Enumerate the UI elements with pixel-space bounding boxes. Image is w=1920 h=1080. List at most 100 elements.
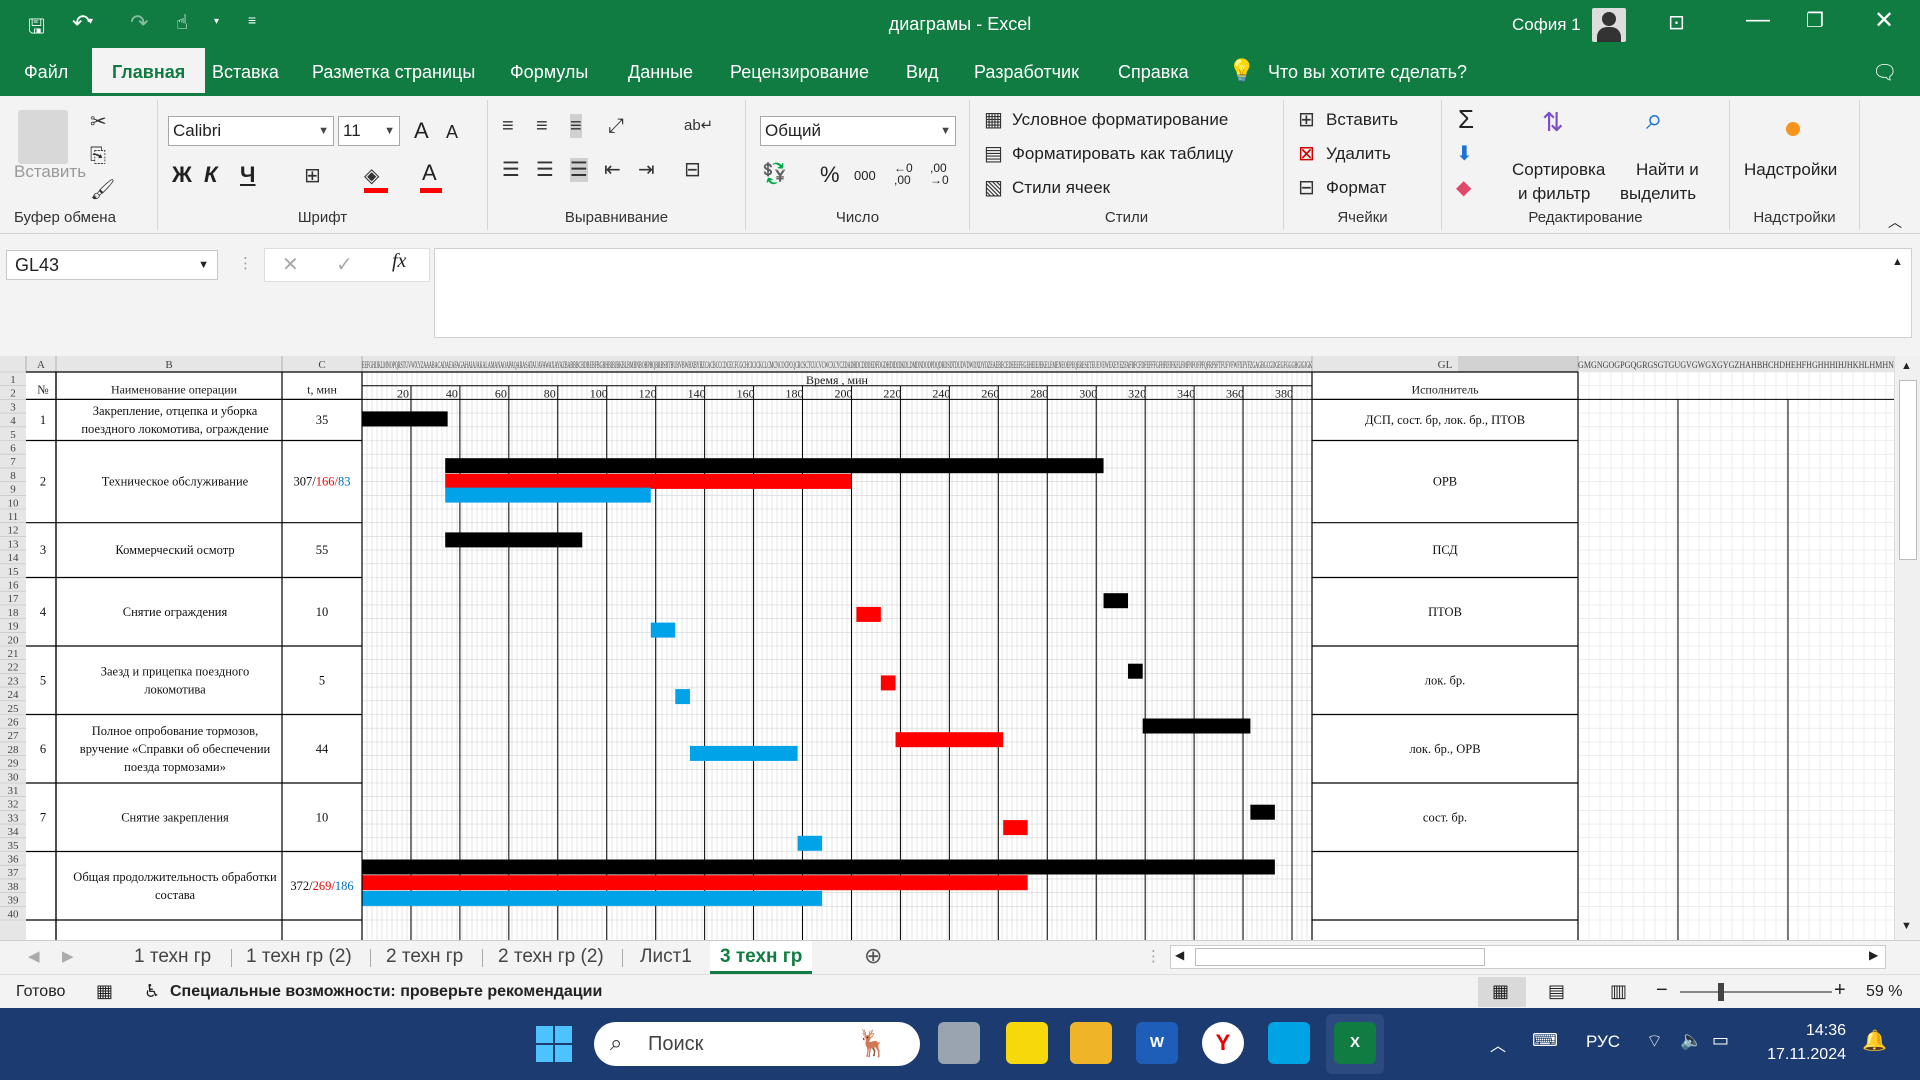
gantt-bar-op7-red[interactable]: [1003, 820, 1028, 836]
next-sheet-icon[interactable]: ▶: [62, 947, 74, 965]
avatar[interactable]: [1592, 8, 1626, 42]
gantt-bar-op8-blue[interactable]: [362, 890, 823, 906]
zoom-slider[interactable]: [1680, 991, 1832, 993]
tray-overflow-icon[interactable]: ︿: [1490, 1032, 1506, 1056]
tab-home[interactable]: Главная: [92, 48, 206, 96]
taskbar-search[interactable]: ⌕ Поиск 🦌: [594, 1022, 920, 1066]
tab-developer[interactable]: Разработчик: [954, 48, 1099, 96]
touch-mode-icon[interactable]: ☝: [176, 10, 188, 35]
paste-button[interactable]: Вставить: [14, 162, 86, 182]
tabs-splitter-icon[interactable]: ⋮: [1146, 947, 1161, 965]
gantt-bar-op4-red[interactable]: [856, 606, 881, 622]
borders-icon[interactable]: ⊞: [304, 164, 321, 188]
clear-icon[interactable]: ◆: [1456, 176, 1471, 200]
row-header-37[interactable]: 37: [8, 867, 20, 879]
row-header-27[interactable]: 27: [8, 730, 20, 742]
increase-indent-icon[interactable]: ⇥: [638, 158, 655, 182]
horizontal-scroll-thumb[interactable]: [1195, 948, 1485, 966]
row-header-7[interactable]: 7: [10, 456, 16, 468]
copy-icon[interactable]: ⎘: [90, 144, 106, 168]
row-header-28[interactable]: 28: [8, 744, 20, 756]
row-header-1[interactable]: 1: [10, 374, 16, 386]
clock-date[interactable]: 17.11.2024: [1758, 1046, 1846, 1064]
name-box[interactable]: GL43 ▼: [6, 250, 218, 280]
row-header-31[interactable]: 31: [8, 785, 19, 797]
sticky-notes-icon[interactable]: [1006, 1022, 1048, 1064]
find-select-line2[interactable]: выделить: [1620, 184, 1696, 204]
merge-center-icon[interactable]: ⊟: [684, 158, 701, 182]
volume-icon[interactable]: 🔈: [1680, 1030, 1702, 1051]
shrink-font-button[interactable]: A: [446, 122, 458, 143]
worksheet[interactable]: 1 2 3 4 5 6 7 8 9 10 11 12 13 14 15 16 17 18 19 20 21 22 23 24 2…: [0, 356, 1920, 940]
collapse-ribbon-icon[interactable]: ︿: [1888, 212, 1902, 232]
accessibility-status[interactable]: Специальные возможности: проверьте реком…: [170, 983, 602, 1001]
autosum-button[interactable]: Σ: [1458, 104, 1474, 135]
page-break-view-icon[interactable]: ▥: [1610, 981, 1627, 1002]
row-header-29[interactable]: 29: [8, 758, 20, 770]
collapse-formula-icon[interactable]: ▲: [1892, 256, 1903, 268]
cut-icon[interactable]: ✂: [90, 110, 107, 134]
currency-icon[interactable]: 💱: [762, 162, 787, 186]
wrap-text-icon[interactable]: ab↵: [684, 114, 713, 138]
zoom-in-icon[interactable]: +: [1834, 979, 1846, 1002]
sheet-grid[interactable]: 1234567891011121314151617181920212223242…: [0, 356, 1920, 940]
orientation-icon[interactable]: ⤢: [608, 114, 624, 138]
redo-icon[interactable]: ↷: [130, 10, 148, 36]
formula-input[interactable]: [434, 248, 1912, 338]
tab-review[interactable]: Рецензирование: [710, 48, 889, 96]
increase-decimal-button[interactable]: ←0 ,00: [894, 162, 920, 186]
wifi-icon[interactable]: ⌔: [1646, 1030, 1663, 1053]
percent-button[interactable]: %: [820, 162, 840, 188]
gantt-bar-op4-blue[interactable]: [650, 622, 676, 638]
font-name-select[interactable]: Calibri ▼: [168, 116, 334, 146]
row-header-2[interactable]: 2: [10, 388, 16, 400]
row-header-6[interactable]: 6: [10, 443, 16, 455]
horizontal-scrollbar[interactable]: ◀ ▶: [1170, 945, 1886, 969]
align-middle-icon[interactable]: ≡: [536, 114, 548, 138]
save-icon[interactable]: 🖫: [28, 12, 45, 46]
font-size-select[interactable]: 11 ▼: [338, 116, 400, 146]
gantt-bar-op5-red[interactable]: [880, 675, 896, 691]
row-header-38[interactable]: 38: [8, 881, 20, 893]
insert-function-button[interactable]: fx: [392, 250, 406, 273]
zoom-level[interactable]: 59 %: [1866, 983, 1902, 1001]
tab-data[interactable]: Данные: [608, 48, 713, 96]
addins-button[interactable]: Надстройки: [1744, 160, 1837, 180]
sort-filter-line1[interactable]: Сортировка: [1512, 160, 1605, 180]
vertical-scroll-thumb[interactable]: [1899, 380, 1917, 560]
bold-button[interactable]: Ж: [172, 162, 192, 188]
gantt-bar-op6-blue[interactable]: [689, 745, 798, 761]
enter-icon[interactable]: ✓: [336, 252, 353, 277]
tab-help[interactable]: Справка: [1098, 48, 1209, 96]
find-select-line1[interactable]: Найти и: [1636, 160, 1699, 180]
decrease-indent-icon[interactable]: ⇤: [604, 158, 621, 182]
number-format-select[interactable]: Общий ▼: [760, 116, 956, 146]
vertical-scrollbar[interactable]: ▲ ▼: [1894, 356, 1920, 940]
battery-icon[interactable]: ▭: [1712, 1030, 1729, 1051]
gantt-bar-op7-blue[interactable]: [797, 835, 823, 851]
touch-dropdown-icon[interactable]: ▾: [214, 16, 219, 27]
row-header-32[interactable]: 32: [8, 799, 19, 811]
file-explorer-icon[interactable]: [1070, 1022, 1112, 1064]
zoom-slider-thumb[interactable]: [1718, 983, 1724, 1001]
close-icon[interactable]: ✕: [1874, 6, 1894, 35]
gantt-bar-op6-black[interactable]: [1142, 718, 1251, 734]
gantt-bar-op5-blue[interactable]: [675, 689, 690, 705]
gantt-bar-op8-black[interactable]: [362, 859, 1275, 875]
undo-dropdown-icon[interactable]: ▾: [88, 16, 93, 27]
row-header-35[interactable]: 35: [8, 840, 20, 852]
macro-record-icon[interactable]: ▦: [96, 981, 113, 1002]
sheet-tab-3[interactable]: 2 техн гр: [386, 941, 463, 974]
row-header-20[interactable]: 20: [8, 634, 20, 646]
gantt-bar-op2-red[interactable]: [445, 473, 852, 489]
user-name[interactable]: София 1: [1512, 15, 1581, 35]
maps-app-icon[interactable]: [1268, 1022, 1310, 1064]
gantt-bar-op8-red[interactable]: [362, 875, 1028, 891]
sort-filter-line2[interactable]: и фильтр: [1518, 184, 1590, 204]
row-header-34[interactable]: 34: [8, 826, 20, 838]
row-header-19[interactable]: 19: [8, 621, 20, 633]
gantt-bar-op2-blue[interactable]: [445, 487, 651, 503]
gantt-bar-op6-red[interactable]: [895, 732, 1004, 748]
underline-button[interactable]: Ч: [240, 162, 255, 188]
row-header-24[interactable]: 24: [8, 689, 20, 701]
